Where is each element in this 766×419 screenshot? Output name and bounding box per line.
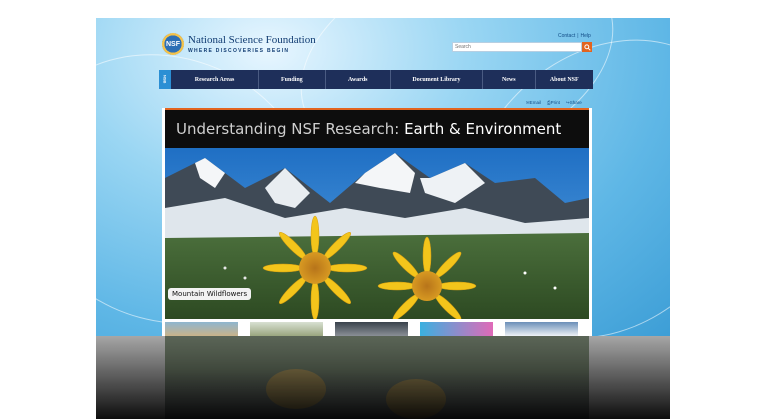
email-link[interactable]: ✉Email	[526, 100, 541, 106]
help-link[interactable]: Help	[581, 33, 591, 39]
thumbnail-strip	[165, 322, 589, 336]
print-label: Print	[550, 100, 560, 105]
email-label: Email	[529, 100, 542, 105]
nsf-logo[interactable]: NSF National Science Foundation WHERE DI…	[162, 33, 316, 55]
nav-funding[interactable]: Funding	[259, 70, 326, 89]
hero-image[interactable]: Mountain Wildflowers	[165, 148, 589, 319]
nsb-badge[interactable]: NSB	[159, 70, 171, 89]
share-link[interactable]: ↪Share	[566, 100, 582, 106]
search-button[interactable]	[582, 42, 592, 52]
page-title: Understanding NSF Research: Earth & Envi…	[176, 120, 561, 138]
tagline: WHERE DISCOVERIES BEGIN	[188, 48, 290, 54]
nsf-webpage: NSF National Science Foundation WHERE DI…	[96, 18, 670, 336]
reflection-fade	[96, 336, 670, 419]
utility-divider: |	[577, 33, 579, 39]
logo-text: National Science Foundation WHERE DISCOV…	[188, 34, 316, 54]
screenshot-stage: NSF National Science Foundation WHERE DI…	[96, 18, 670, 419]
nav-news[interactable]: News	[483, 70, 536, 89]
org-name: National Science Foundation	[188, 34, 316, 46]
contact-link[interactable]: Contact	[558, 33, 575, 39]
nav-awards[interactable]: Awards	[326, 70, 391, 89]
nav-document-library[interactable]: Document Library	[391, 70, 484, 89]
nav-research-areas[interactable]: Research Areas	[171, 70, 260, 89]
thumbnail[interactable]	[505, 322, 578, 336]
content-panel: Understanding NSF Research: Earth & Envi…	[162, 108, 592, 336]
hero-caption: Mountain Wildflowers	[168, 288, 252, 300]
share-label: Share	[569, 100, 582, 105]
nsf-seal-icon: NSF	[162, 33, 184, 55]
seal-text: NSF	[166, 40, 180, 48]
nav-about-nsf[interactable]: About NSF	[536, 70, 593, 89]
title-bar: Understanding NSF Research: Earth & Envi…	[165, 108, 589, 148]
thumbnail[interactable]	[335, 322, 408, 336]
title-main: Earth & Environment	[404, 120, 562, 138]
main-nav: NSB Research Areas Funding Awards Docume…	[159, 70, 593, 89]
share-tools: ✉Email ⎙Print ↪Share	[526, 100, 582, 106]
search-bar	[452, 42, 592, 52]
thumbnail[interactable]	[165, 322, 238, 336]
utility-links: Contact | Help	[557, 33, 592, 39]
search-input[interactable]	[452, 42, 583, 52]
title-prefix: Understanding NSF Research:	[176, 120, 400, 138]
thumbnail[interactable]	[420, 322, 493, 336]
search-icon	[583, 43, 591, 51]
print-link[interactable]: ⎙Print	[547, 100, 560, 106]
thumbnail[interactable]	[250, 322, 323, 336]
